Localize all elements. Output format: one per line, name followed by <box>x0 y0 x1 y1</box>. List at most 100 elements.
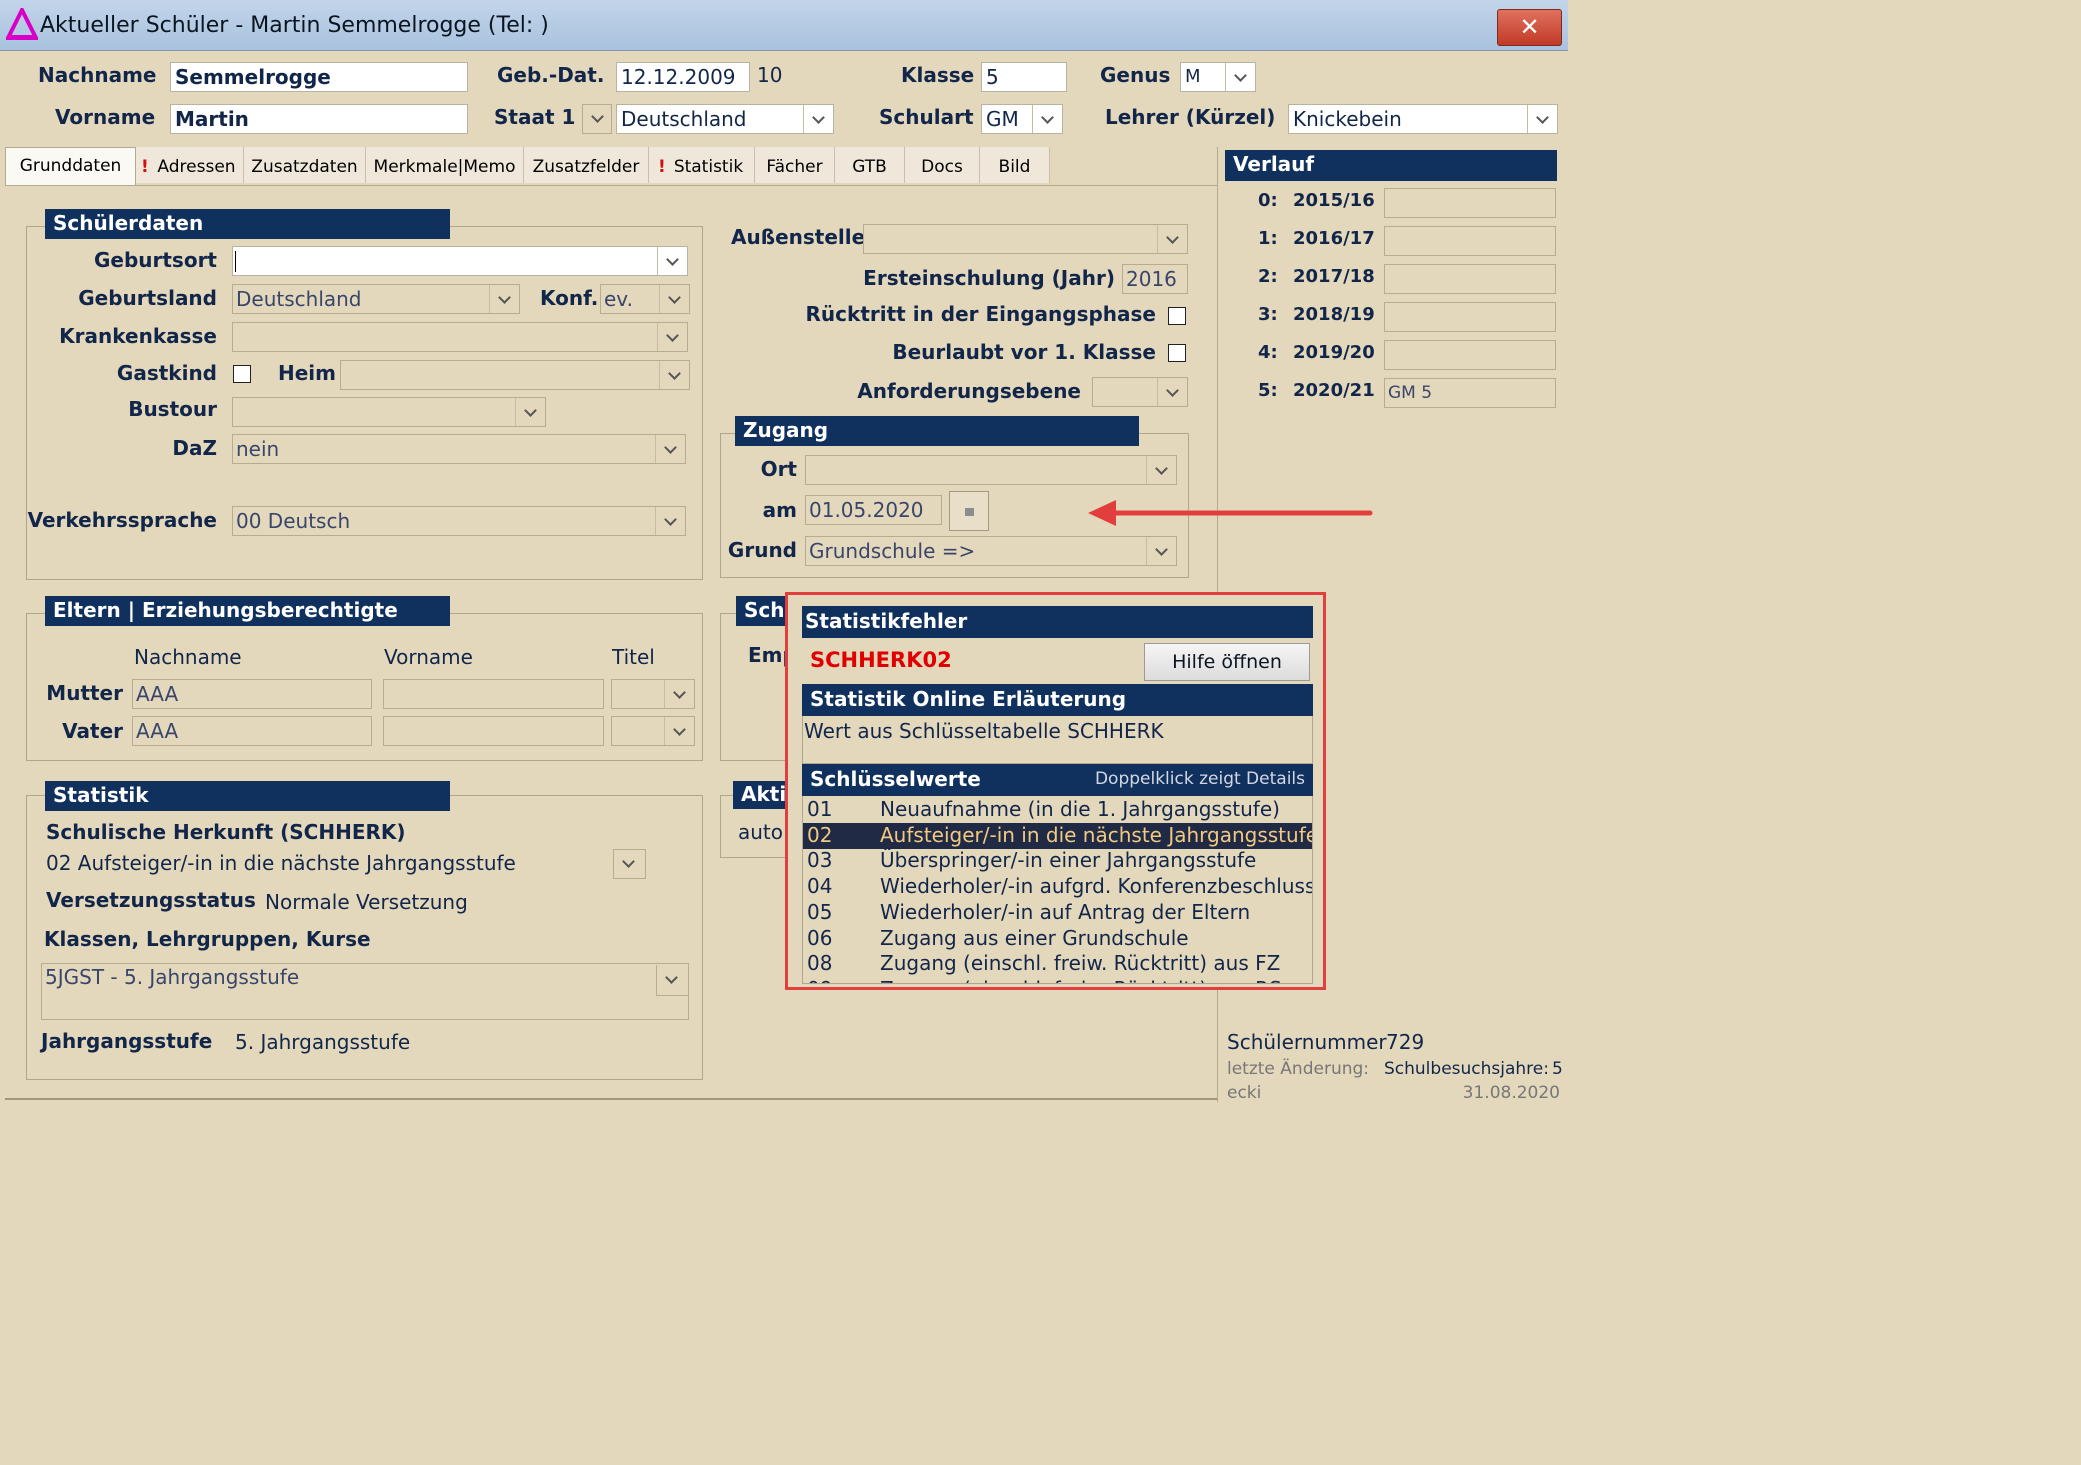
geburtsort-select[interactable] <box>232 246 688 276</box>
vorname-field[interactable]: Martin <box>170 104 468 134</box>
grund-select[interactable]: Grundschule => <box>805 536 1177 566</box>
verlauf-value-field[interactable] <box>1384 340 1556 370</box>
key-row[interactable]: 09 Zugang (einschl. freiw. Rücktritt) aus… <box>803 977 1312 983</box>
konf-select[interactable]: ev. <box>600 284 690 314</box>
close-button[interactable]: ✕ <box>1497 9 1562 46</box>
vater-titel-select[interactable] <box>611 716 695 746</box>
mutter-vorname-field[interactable] <box>383 679 604 709</box>
chevron-down-icon[interactable] <box>1146 537 1176 565</box>
genus-value: M <box>1185 66 1201 87</box>
chevron-down-icon[interactable] <box>1157 378 1187 406</box>
chevron-down-icon[interactable] <box>489 285 519 313</box>
chevron-down-icon[interactable] <box>659 285 689 313</box>
staat-label: Staat 1 <box>494 105 576 129</box>
chevron-down-icon[interactable] <box>664 717 694 745</box>
key-row-selected[interactable]: 02 Aufsteiger/-in in die nächste Jahrgang… <box>803 822 1312 849</box>
chevron-down-icon[interactable] <box>655 507 685 535</box>
verlauf-value-field[interactable]: GM 5 <box>1384 378 1556 408</box>
chevron-down-icon[interactable] <box>664 680 694 708</box>
aenderung-date: 31.08.2020 <box>1462 1083 1560 1103</box>
verlauf-value-field[interactable] <box>1384 302 1556 332</box>
herkunft-dropdown[interactable] <box>613 849 646 879</box>
verlauf-year: 2020/21 <box>1293 380 1375 401</box>
ersteinschulung-field[interactable]: 2016 <box>1122 264 1188 294</box>
tab-faecher[interactable]: Fächer <box>755 147 835 183</box>
schluesselwerte-list[interactable]: 01 Neuaufnahme (in die 1. Jahrgangsstufe)… <box>802 796 1313 984</box>
vater-vorname-field[interactable] <box>383 716 604 746</box>
chevron-down-icon[interactable] <box>515 398 545 426</box>
chevron-down-icon[interactable] <box>803 105 833 133</box>
lehrer-select[interactable]: Knickebein <box>1288 104 1558 134</box>
bustour-select[interactable] <box>232 397 546 427</box>
key-row[interactable]: 03 Überspringer/-in einer Jahrgangsstufe <box>803 848 1312 874</box>
verlauf-value-field[interactable] <box>1384 226 1556 256</box>
klassen-list[interactable]: 5JGST - 5. Jahrgangsstufe <box>41 963 689 1020</box>
tab-statistik[interactable]: ! Statistik <box>649 147 755 183</box>
chevron-down-icon[interactable] <box>655 435 685 463</box>
mutter-titel-select[interactable] <box>611 679 695 709</box>
tab-zusatzdaten[interactable]: Zusatzdaten <box>244 147 366 183</box>
schulart-value: GM <box>986 107 1019 131</box>
geburtsland-label: Geburtsland <box>78 286 217 310</box>
schulart-select[interactable]: GM <box>981 104 1063 134</box>
verkehrssprache-select[interactable]: 00 Deutsch <box>232 506 686 536</box>
lehrer-label: Lehrer (Kürzel) <box>1105 105 1276 129</box>
daz-select[interactable]: nein <box>232 434 686 464</box>
chevron-down-icon[interactable] <box>1225 63 1255 91</box>
chevron-down-icon[interactable] <box>659 361 689 389</box>
key-code: 03 <box>807 848 833 873</box>
heim-select[interactable] <box>340 360 690 390</box>
key-row[interactable]: 06 Zugang aus einer Grundschule <box>803 926 1312 952</box>
calendar-icon <box>965 508 974 516</box>
tab-merkmale-memo[interactable]: Merkmale|Memo <box>366 147 524 183</box>
staat-toggle-dropdown[interactable] <box>582 104 612 134</box>
lehrer-value: Knickebein <box>1293 107 1402 131</box>
help-button[interactable]: Hilfe öffnen <box>1144 643 1310 681</box>
gastkind-label: Gastkind <box>116 361 217 385</box>
tab-adressen[interactable]: ! Adressen <box>136 147 244 183</box>
gebdat-field[interactable]: 12.12.2009 <box>616 62 750 92</box>
chevron-down-icon[interactable] <box>657 323 687 351</box>
mutter-nachname-field[interactable]: AAA <box>132 679 372 709</box>
tab-grunddaten[interactable]: Grunddaten <box>5 147 136 185</box>
chevron-down-icon[interactable] <box>1032 105 1062 133</box>
klasse-field[interactable]: 5 <box>981 62 1067 92</box>
chevron-down-icon[interactable] <box>1146 456 1176 484</box>
krankenkasse-select[interactable] <box>232 322 688 352</box>
chevron-down-icon[interactable] <box>657 247 687 275</box>
verlauf-value-field[interactable] <box>1384 264 1556 294</box>
verlauf-value-field[interactable] <box>1384 188 1556 218</box>
anforderung-label: Anforderungsebene <box>857 379 1081 403</box>
chevron-down-icon[interactable] <box>656 965 688 996</box>
vorname-label: Vorname <box>55 105 156 129</box>
chevron-down-icon[interactable] <box>1527 105 1557 133</box>
beurlaubt-checkbox[interactable] <box>1168 344 1186 362</box>
tab-label: Adressen <box>157 157 236 177</box>
ruecktritt-checkbox[interactable] <box>1168 307 1186 325</box>
anforderung-select[interactable] <box>1092 377 1188 407</box>
chevron-down-icon[interactable] <box>1157 225 1187 253</box>
gastkind-checkbox[interactable] <box>233 365 251 383</box>
tab-bild[interactable]: Bild <box>980 147 1050 183</box>
aussenstelle-select[interactable] <box>863 224 1188 254</box>
tab-zusatzfelder[interactable]: Zusatzfelder <box>524 147 649 183</box>
vater-label: Vater <box>62 719 123 743</box>
versetzung-label: Versetzungsstatus <box>46 888 256 912</box>
tab-docs[interactable]: Docs <box>905 147 980 183</box>
ersteinschulung-label: Ersteinschulung (Jahr) <box>863 266 1115 290</box>
geburtsland-select[interactable]: Deutschland <box>232 284 520 314</box>
key-row[interactable]: 01 Neuaufnahme (in die 1. Jahrgangsstufe) <box>803 797 1312 823</box>
key-row[interactable]: 08 Zugang (einschl. freiw. Rücktritt) aus… <box>803 951 1312 977</box>
tab-gtb[interactable]: GTB <box>835 147 905 183</box>
nachname-field[interactable]: Semmelrogge <box>170 62 468 92</box>
calendar-button[interactable] <box>949 491 989 531</box>
genus-select[interactable]: M <box>1180 62 1256 92</box>
ort-select[interactable] <box>805 455 1177 485</box>
zugang-date-field[interactable]: 01.05.2020 <box>805 495 942 525</box>
staat-select[interactable]: Deutschland <box>616 104 834 134</box>
vater-nachname-field[interactable]: AAA <box>132 716 372 746</box>
key-row[interactable]: 04 Wiederholer/-in aufgrd. Konferenzbesch… <box>803 874 1312 900</box>
verlauf-year: 2017/18 <box>1293 266 1375 287</box>
key-row[interactable]: 05 Wiederholer/-in auf Antrag der Eltern <box>803 900 1312 926</box>
key-code: 02 <box>807 822 833 847</box>
